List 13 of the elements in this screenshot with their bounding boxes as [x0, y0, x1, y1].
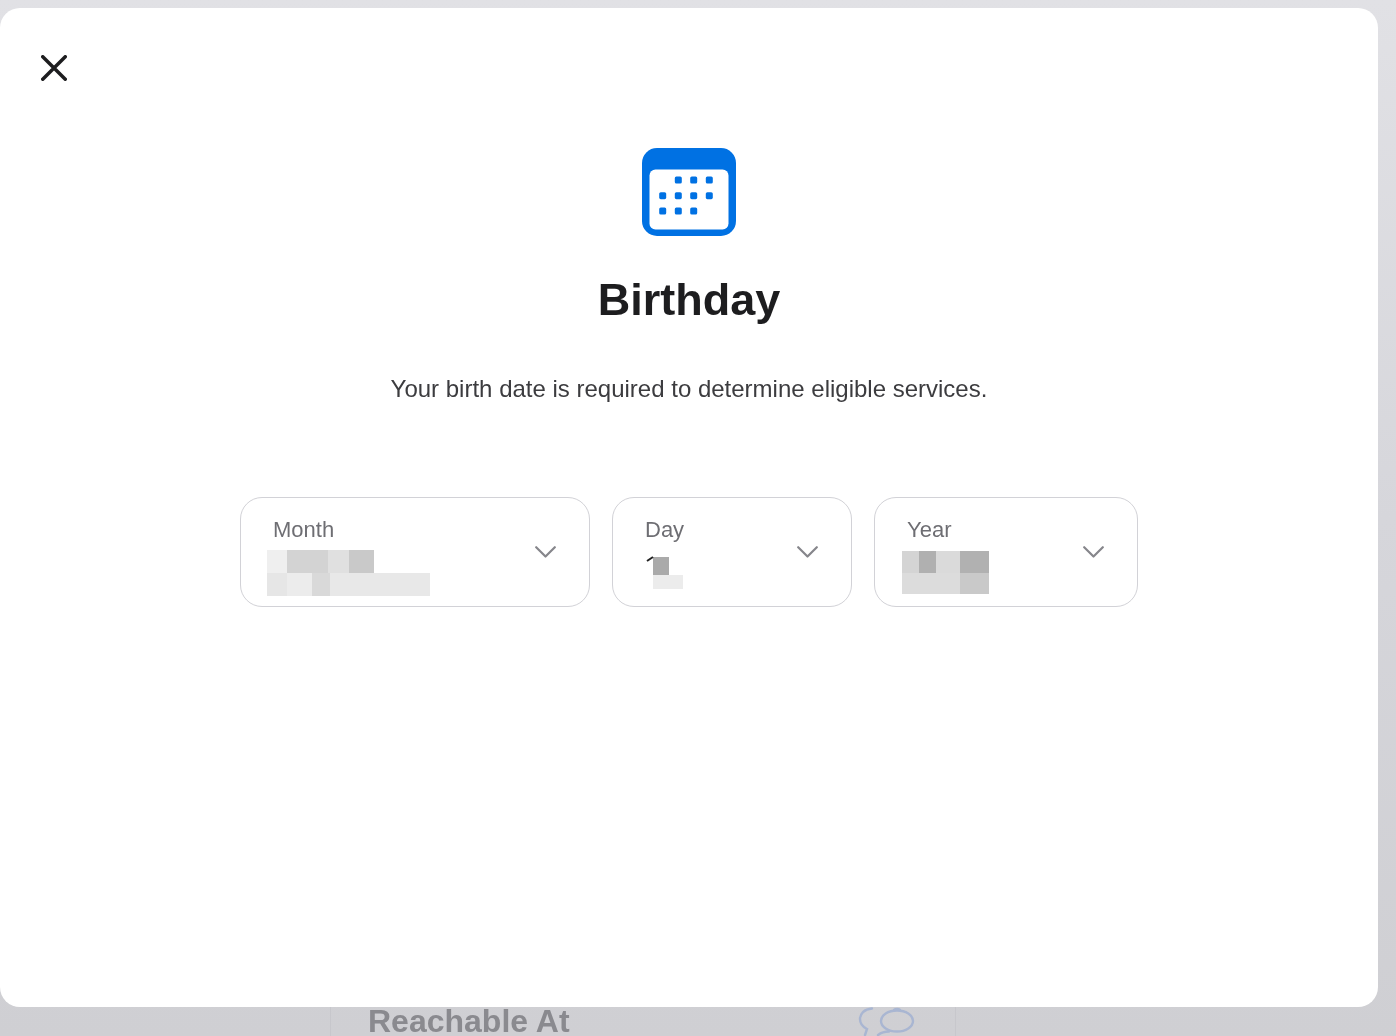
dialog-title: Birthday — [597, 274, 781, 326]
calendar-icon — [642, 148, 736, 236]
chat-bubbles-icon — [858, 1007, 916, 1036]
dropdown-field[interactable]: Month — [240, 497, 590, 607]
chevron-down-icon — [797, 546, 818, 558]
close-button[interactable] — [39, 53, 69, 83]
chevron-down-icon — [535, 546, 556, 558]
dialog-description: Your birth date is required to determine eligible services. — [390, 374, 988, 404]
close-icon — [41, 55, 67, 81]
dropdown-field[interactable]: Day — [612, 497, 852, 607]
chevron-down-icon — [1083, 546, 1104, 558]
dropdown-field[interactable]: Year — [874, 497, 1138, 607]
section-title: Reachable At — [368, 1007, 570, 1035]
